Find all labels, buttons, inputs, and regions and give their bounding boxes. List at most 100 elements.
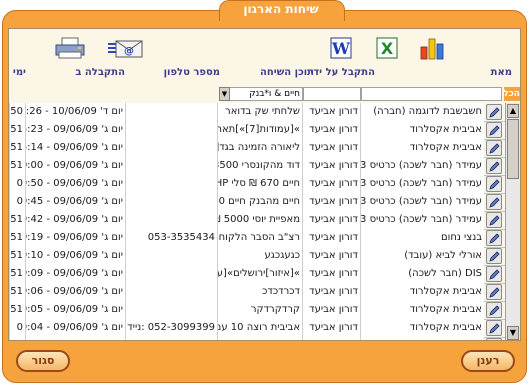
cell-at: יום ג' 09/06/09 - 15:14 [25,139,125,157]
cell-from: עמידר (חבר לשכה) כרטיס 3 [360,211,484,229]
table-row[interactable]: אביבית אקסלרוד דורון אביעד קרדקרדקר יום ג' … [9,301,505,320]
cell-days: 51 [9,157,25,175]
table-row[interactable]: חפעל היוזר (תעשיה אווירית)דורון אביעד[11… [9,337,505,340]
email-icon[interactable]: @ [106,35,146,61]
cell-at: יום ג' 09/06/09 - 09:06 [25,283,125,301]
word-icon[interactable]: W [329,35,353,61]
cell-from: אביבית אקסלרוד [360,319,484,337]
edit-row-icon[interactable] [486,176,502,192]
edit-row-icon[interactable] [486,248,502,264]
cell-content: »[עמודות[7]»]תאריך הג [217,121,302,139]
cell-phone [125,157,217,175]
cell-days: 0 [9,193,25,211]
edit-row-icon[interactable] [486,140,502,156]
cell-by: דורון אביעד [302,229,360,247]
table-row[interactable]: DIS (חבר לשכה) דורון אביעד »[איזור]ירושלים… [9,265,505,284]
edit-row-icon[interactable] [486,266,502,282]
edit-row-icon[interactable] [486,212,502,228]
cell-content: דכרדכדכ [217,283,302,301]
edit-row-icon[interactable] [486,158,502,174]
table-row[interactable]: חשבשבת לדוגמה (חברה) דורון אביעד שלחתי שק … [9,103,505,122]
cell-days: 51 [9,247,25,265]
cell-by: דורון אביעד [302,337,360,340]
edit-row-icon[interactable] [486,230,502,246]
cell-from: חפעל היוזר (תעשיה אווירית) [360,337,484,340]
table-row[interactable]: אביבית אקסלרוד דורון אביעד אביבית רוצה 10 … [9,319,505,338]
table-row[interactable]: עמידר (חבר לשכה) כרטיס 3 דורון אביעד חיים … [9,193,505,212]
cell-at: יום ג' 09/06/09 - 09:50 [25,175,125,193]
table-row[interactable]: עמידר (חבר לשכה) כרטיס 3 דורון אביעד דוד מ… [9,157,505,176]
cell-at: יום ד' 10/06/09 - 09:26 [25,103,125,121]
cell-at: יום ג' 09/06/09 - 09:19 [25,229,125,247]
column-header-received-at[interactable]: התקבלה ב [75,67,125,89]
cell-content: חיים 670 ₪ סלי HP [217,175,302,193]
filter-dropdown-arrow[interactable]: ▼ [219,87,230,101]
scroll-up-icon[interactable]: ▲ [507,104,519,118]
cell-content: דוד מהקונסרי 3500 ₪ [217,157,302,175]
cell-at: יום ג' 09/06/09 - 10:00 [25,157,125,175]
cell-days: 0 [9,175,25,193]
edit-row-icon[interactable] [486,194,502,210]
vertical-scrollbar[interactable]: ▲ ▼ [505,103,520,340]
table-row[interactable]: אורלי לביא (עובד) דורון אביעד כגעגכגע יום ג… [9,247,505,266]
chart-icon[interactable] [419,35,445,61]
table-row[interactable]: אביבית אקסלרוד דורון אביעד »[עמודות[7]»]תא… [9,121,505,140]
cell-from: עמידר (חבר לשכה) כרטיס 3 [360,175,484,193]
cell-content: כגעגכגע [217,247,302,265]
cell-from: DIS (חבר לשכה) [360,265,484,283]
cell-content: קרדקרדקר [217,301,302,319]
cell-by: דורון אביעד [302,193,360,211]
cell-from: אביבית אקסלרוד [360,121,484,139]
column-header-received-by[interactable]: התקבל על ידי [310,67,375,89]
excel-icon[interactable]: X [375,35,399,61]
cell-content: רצ"ב הסבר הלקוח על [217,229,302,247]
cell-days: 50 [9,103,25,121]
cell-from: אביבית אקסלרוד [360,283,484,301]
table-row[interactable]: אביבית אקסלרוד דורון אביעד ליאורה הזמינה ב… [9,139,505,158]
edit-row-icon[interactable] [486,320,502,336]
table-row[interactable]: עמידר (חבר לשכה) כרטיס 3 דורון אביעד חיים … [9,175,505,194]
cell-days: 52 [9,337,25,340]
filter-content-input[interactable]: חיים & ו*בנק [219,87,303,101]
filter-all-label[interactable]: הכל [503,87,520,101]
svg-text:W: W [331,39,351,58]
scroll-thumb[interactable] [507,119,519,179]
edit-row-icon[interactable] [486,104,502,120]
cell-by: דורון אביעד [302,247,360,265]
cell-content: »[איזור]ירושלים»[עמודו [217,265,302,283]
svg-text:X: X [381,39,394,58]
edit-row-icon[interactable] [486,284,502,300]
filter-cell-from[interactable] [361,87,502,101]
cell-phone [125,193,217,211]
edit-row-icon[interactable] [486,302,502,318]
cell-phone [125,301,217,319]
refresh-button[interactable]: רענן [461,350,515,372]
cell-phone [125,283,217,301]
cell-content: ליאורה הזמינה בגד[9 [217,139,302,157]
cell-days: 51 [9,121,25,139]
cell-days: 51 [9,139,25,157]
edit-row-icon[interactable] [486,122,502,138]
column-header-from[interactable]: מאת [491,67,512,89]
main-panel: X W @ מאת התקבל על ידי תוכן השיחה מספר ט… [8,28,521,341]
column-header-days[interactable]: ימי [13,67,26,89]
scroll-down-icon[interactable]: ▼ [507,326,519,340]
edit-row-icon[interactable] [486,338,502,340]
table-row[interactable]: אביבית אקסלרוד דורון אביעד דכרדכדכ יום ג' 0… [9,283,505,302]
cell-content: [11:47 08/06/09] [217,337,302,340]
column-header-phone[interactable]: מספר טלפון [164,67,220,89]
table-row[interactable]: עמידר (חבר לשכה) כרטיס 3 דורון אביעד מאפיי… [9,211,505,230]
column-header-content[interactable]: תוכן השיחה [260,67,314,89]
cell-from: חשבשבת לדוגמה (חברה) [360,103,484,121]
cell-content: אביבית רוצה 10 עמוד [217,319,302,337]
table-row[interactable]: בנצי נחוםדורון אביעדרצ"ב הסבר הלקוח על05… [9,229,505,248]
filter-cell-received-by[interactable] [303,87,361,101]
print-icon[interactable] [53,35,87,61]
cell-content: מאפיית יוסי 5000 ₪ [217,211,302,229]
svg-text:@: @ [124,46,134,57]
cell-from: עמידר (חבר לשכה) כרטיס 3 [360,157,484,175]
cell-phone [125,265,217,283]
cell-from: בנצי נחום [360,229,484,247]
close-button[interactable]: סגור [16,350,70,372]
cell-content: חיים מהבנק חיים 700 [217,193,302,211]
